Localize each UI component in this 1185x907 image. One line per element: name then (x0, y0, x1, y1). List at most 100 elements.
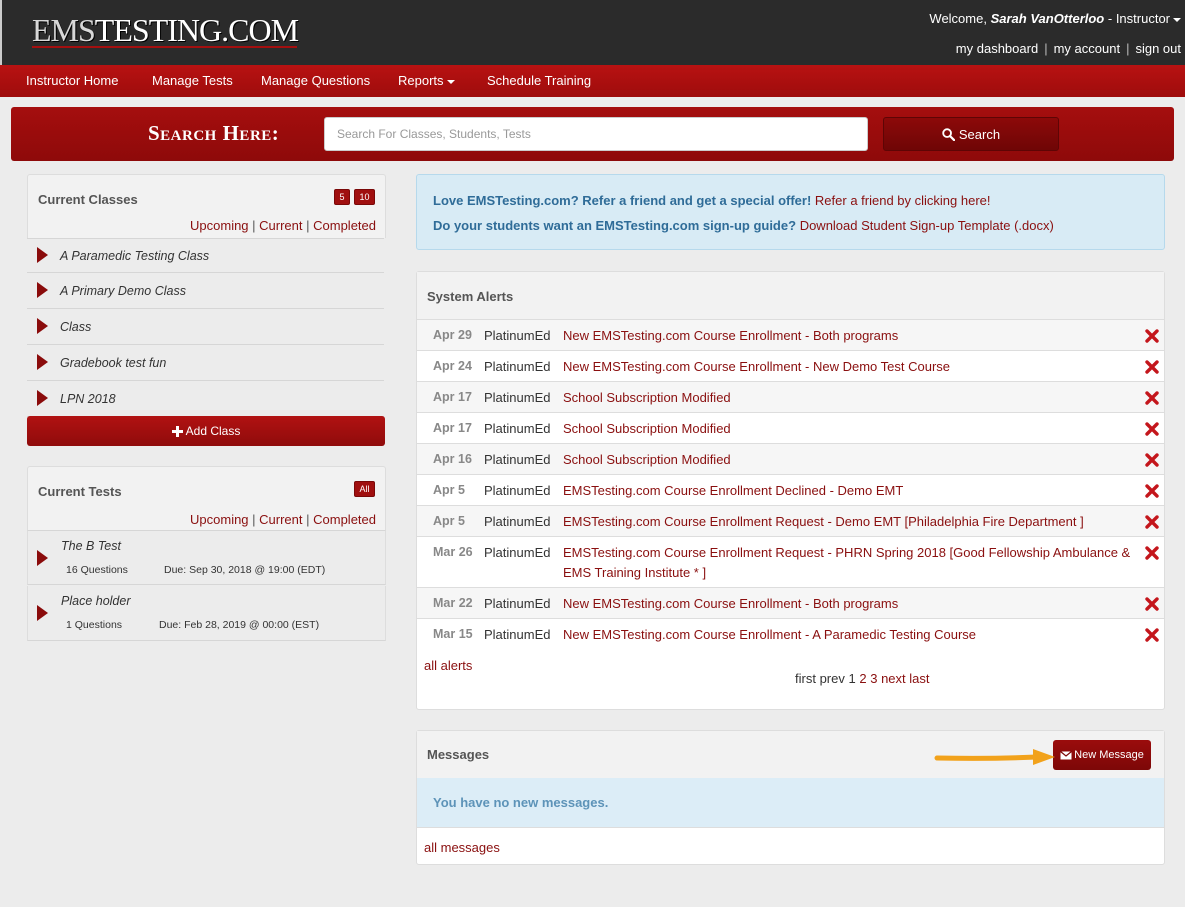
close-icon[interactable] (1145, 597, 1159, 611)
test-due-date: Due: Sep 30, 2018 @ 19:00 (EDT) (164, 564, 326, 576)
classes-upcoming-badge[interactable]: 5 (334, 189, 350, 205)
current-tests-panel: Current Tests All Upcoming | Current | C… (27, 466, 386, 641)
pager-page-2[interactable]: 2 (859, 671, 866, 686)
alert-message-link[interactable]: School Subscription Modified (563, 450, 1133, 470)
new-message-button[interactable]: New Message (1053, 740, 1151, 770)
classes-title: Current Classes (38, 192, 138, 207)
search-input[interactable] (324, 117, 868, 151)
expand-arrow-icon[interactable] (37, 605, 48, 621)
add-class-button[interactable]: Add Class (27, 416, 385, 446)
class-name[interactable]: A Paramedic Testing Class (60, 249, 209, 263)
user-name: Sarah VanOtterloo (990, 11, 1105, 26)
test-name[interactable]: Place holder (61, 594, 131, 608)
pager-last[interactable]: last (909, 671, 929, 686)
all-alerts-link[interactable]: all alerts (424, 658, 472, 673)
class-item[interactable]: Gradebook test fun (27, 346, 384, 381)
alert-message-link[interactable]: EMSTesting.com Course Enrollment Request… (563, 543, 1133, 583)
my-dashboard-link[interactable]: my dashboard (956, 41, 1038, 56)
chevron-down-icon (446, 79, 455, 84)
test-item[interactable]: Place holder 1 Questions Due: Feb 28, 20… (27, 586, 386, 641)
alert-message-link[interactable]: School Subscription Modified (563, 419, 1133, 439)
filter-current[interactable]: Current (259, 512, 302, 527)
expand-arrow-icon[interactable] (37, 550, 48, 566)
alert-row: Apr 29 PlatinumEd New EMSTesting.com Cours… (417, 319, 1164, 350)
top-bar: EMSTESTING.COM Welcome, Sarah VanOtterlo… (0, 0, 1185, 65)
expand-arrow-icon[interactable] (37, 354, 48, 370)
refer-friend-link[interactable]: Refer a friend by clicking here! (815, 193, 991, 208)
alert-date: Mar 22 (433, 596, 473, 610)
nav-manage-questions[interactable]: Manage Questions (261, 73, 370, 88)
alert-message-link[interactable]: EMSTesting.com Course Enrollment Request… (563, 512, 1133, 532)
close-icon[interactable] (1145, 484, 1159, 498)
class-item[interactable]: LPN 2018 (27, 382, 384, 417)
filter-upcoming[interactable]: Upcoming (190, 512, 249, 527)
alert-date: Apr 5 (433, 514, 465, 528)
divider: | (1126, 41, 1130, 56)
class-name[interactable]: Class (60, 320, 91, 334)
all-messages-link[interactable]: all messages (424, 840, 500, 855)
test-item[interactable]: The B Test 16 Questions Due: Sep 30, 201… (27, 530, 386, 585)
alert-row: Apr 5 PlatinumEd EMSTesting.com Course Enr… (417, 474, 1164, 505)
close-icon[interactable] (1145, 422, 1159, 436)
search-button-label: Search (958, 126, 1001, 142)
alert-source: PlatinumEd (484, 545, 551, 560)
close-icon[interactable] (1145, 628, 1159, 642)
classes-total-badge[interactable]: 10 (354, 189, 375, 205)
close-icon[interactable] (1145, 329, 1159, 343)
nav-schedule-training[interactable]: Schedule Training (487, 73, 591, 88)
nav-manage-tests[interactable]: Manage Tests (152, 73, 233, 88)
my-account-link[interactable]: my account (1054, 41, 1120, 56)
pager-page-3[interactable]: 3 (870, 671, 877, 686)
search-button[interactable]: Search (883, 117, 1059, 151)
filter-completed[interactable]: Completed (313, 218, 376, 233)
tests-all-badge[interactable]: All (354, 481, 375, 497)
expand-arrow-icon[interactable] (37, 390, 48, 406)
user-role: - Instructor (1107, 11, 1170, 26)
no-messages-text: You have no new messages. (433, 795, 609, 810)
plus-icon (171, 425, 183, 437)
account-links: my dashboard | my account | sign out (956, 41, 1181, 56)
close-icon[interactable] (1145, 546, 1159, 560)
test-name[interactable]: The B Test (61, 539, 121, 553)
filter-completed[interactable]: Completed (313, 512, 376, 527)
expand-arrow-icon[interactable] (37, 318, 48, 334)
class-item[interactable]: Class (27, 310, 384, 345)
add-class-label: Add Class (185, 424, 241, 438)
signup-guide-text: Do your students want an EMSTesting.com … (433, 218, 797, 233)
alert-message-link[interactable]: New EMSTesting.com Course Enrollment - A… (563, 625, 1133, 645)
close-icon[interactable] (1145, 453, 1159, 467)
alert-message-link[interactable]: New EMSTesting.com Course Enrollment - N… (563, 357, 1133, 377)
classes-header: Current Classes 5 10 Upcoming | Current … (27, 174, 386, 238)
filter-upcoming[interactable]: Upcoming (190, 218, 249, 233)
download-template-link[interactable]: Download Student Sign-up Template (.docx… (800, 218, 1054, 233)
class-item[interactable]: A Paramedic Testing Class (27, 238, 384, 273)
alert-date: Mar 26 (433, 545, 473, 559)
nav-instructor-home[interactable]: Instructor Home (26, 73, 118, 88)
alert-message-link[interactable]: New EMSTesting.com Course Enrollment - B… (563, 594, 1133, 614)
alert-message-link[interactable]: New EMSTesting.com Course Enrollment - B… (563, 326, 1133, 346)
close-icon[interactable] (1145, 391, 1159, 405)
alert-date: Apr 5 (433, 483, 465, 497)
highlight-arrow-icon (934, 749, 1055, 765)
logo-testing: TESTING.COM (94, 12, 299, 48)
class-name[interactable]: A Primary Demo Class (60, 284, 186, 298)
logo[interactable]: EMSTESTING.COM (32, 12, 299, 52)
pager-prev: prev (819, 671, 845, 686)
classes-filters: Upcoming | Current | Completed (190, 218, 376, 233)
close-icon[interactable] (1145, 515, 1159, 529)
test-question-count: 16 Questions (66, 564, 128, 576)
alert-message-link[interactable]: EMSTesting.com Course Enrollment Decline… (563, 481, 1133, 501)
sign-out-link[interactable]: sign out (1135, 41, 1181, 56)
expand-arrow-icon[interactable] (37, 282, 48, 298)
nav-reports[interactable]: Reports (398, 73, 455, 88)
class-name[interactable]: LPN 2018 (60, 392, 116, 406)
close-icon[interactable] (1145, 360, 1159, 374)
filter-current[interactable]: Current (259, 218, 302, 233)
expand-arrow-icon[interactable] (37, 247, 48, 263)
pager-next[interactable]: next (881, 671, 906, 686)
search-bar: Search Here: Search (11, 107, 1174, 161)
class-name[interactable]: Gradebook test fun (60, 356, 166, 370)
alert-message-link[interactable]: School Subscription Modified (563, 388, 1133, 408)
welcome-menu[interactable]: Welcome, Sarah VanOtterloo - Instructor (929, 11, 1181, 26)
class-item[interactable]: A Primary Demo Class (27, 274, 384, 309)
